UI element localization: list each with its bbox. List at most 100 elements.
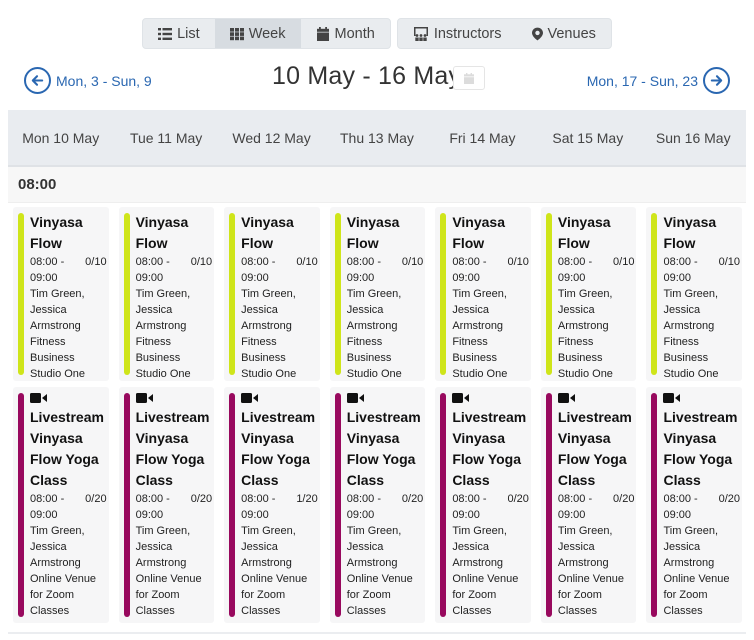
event-capacity: 0/20 bbox=[718, 493, 741, 505]
event-instructors: Tim Green, Jessica Armstrong bbox=[346, 525, 402, 569]
instructors-filter-label: Instructors bbox=[433, 25, 502, 42]
event-time-end: 09:00 bbox=[452, 509, 480, 521]
event-color-bar bbox=[18, 213, 24, 375]
next-week-link[interactable]: Mon, 17 - Sun, 23 bbox=[587, 67, 730, 94]
day-header: Wed 12 May bbox=[232, 129, 311, 146]
event-time-capacity: 08:00 - 0/10 bbox=[30, 254, 107, 270]
event-color-bar bbox=[651, 213, 658, 375]
event-capacity: 0/10 bbox=[85, 256, 107, 268]
event-time-capacity: 08:00 - 1/20 bbox=[241, 491, 318, 507]
class-event-card[interactable]: Vinyasa Flow 08:00 - 0/10 09:00 Tim Gree… bbox=[435, 207, 531, 381]
day-header: Sun 16 May bbox=[655, 129, 731, 146]
week-grid: Mon 10 May Tue 11 May Wed 12 May Thu 13 … bbox=[8, 110, 746, 623]
event-venue: Fitness Business Studio One bbox=[663, 336, 719, 380]
class-event-card[interactable]: Vinyasa Flow 08:00 - 0/10 09:00 Tim Gree… bbox=[224, 207, 320, 381]
event-instructors: Tim Green, Jessica Armstrong bbox=[663, 288, 719, 332]
time-slot-label: 08:00 bbox=[8, 167, 746, 203]
video-camera-icon bbox=[30, 393, 47, 403]
day-header: Fri 14 May bbox=[449, 129, 516, 146]
previous-week-link[interactable]: Mon, 3 - Sun, 9 bbox=[24, 67, 152, 94]
event-time-capacity: 08:00 - 0/20 bbox=[558, 491, 635, 507]
event-time-capacity: 08:00 - 0/20 bbox=[452, 491, 529, 507]
event-time-start: 08:00 - bbox=[346, 493, 381, 505]
event-color-bar bbox=[334, 393, 341, 617]
video-camera-icon bbox=[452, 393, 470, 403]
month-view-button[interactable]: Month bbox=[301, 19, 390, 48]
day-header: Sat 15 May bbox=[552, 129, 624, 146]
class-event-card[interactable]: Livestream Vinyasa Flow Yoga Class 08:00… bbox=[118, 387, 215, 623]
class-event-card[interactable]: Livestream Vinyasa Flow Yoga Class 08:00… bbox=[13, 387, 109, 623]
event-color-bar bbox=[545, 213, 552, 375]
event-color-bar bbox=[123, 213, 130, 375]
video-camera-icon bbox=[346, 393, 364, 403]
class-event-card[interactable]: Livestream Vinyasa Flow Yoga Class 08:00… bbox=[646, 387, 743, 623]
event-venue: Fitness Business Studio One bbox=[135, 336, 191, 380]
event-venue: Fitness Business Studio One bbox=[241, 336, 297, 380]
class-event-card[interactable]: Livestream Vinyasa Flow Yoga Class 08:00… bbox=[540, 387, 637, 623]
event-time-start: 08:00 - bbox=[557, 256, 593, 268]
event-color-bar bbox=[440, 393, 447, 617]
event-time-end: 09:00 bbox=[241, 272, 269, 284]
event-time-start: 08:00 - bbox=[241, 493, 276, 505]
event-time-capacity: 08:00 - 0/10 bbox=[347, 254, 424, 270]
event-time-end: 09:00 bbox=[557, 272, 586, 284]
event-venue: Online Venue for Zoom Classes bbox=[241, 573, 308, 617]
event-title: Livestream Vinyasa Flow Yoga Class bbox=[663, 409, 738, 488]
day-header: Thu 13 May bbox=[340, 129, 414, 146]
calendar-icon bbox=[316, 26, 329, 41]
event-time-start: 08:00 - bbox=[30, 493, 65, 505]
grid-bottom-divider bbox=[8, 632, 746, 634]
class-event-card[interactable]: Livestream Vinyasa Flow Yoga Class 08:00… bbox=[435, 387, 531, 623]
video-camera-icon bbox=[241, 393, 259, 403]
vinyasa-flow-row: Vinyasa Flow 08:00 - 0/10 09:00 Tim Gree… bbox=[8, 203, 746, 381]
class-event-card[interactable]: Vinyasa Flow 08:00 - 0/10 09:00 Tim Gree… bbox=[118, 207, 215, 381]
list-view-button[interactable]: List bbox=[143, 19, 215, 48]
event-instructors: Tim Green, Jessica Armstrong bbox=[241, 525, 296, 569]
event-color-bar bbox=[229, 393, 236, 617]
event-time-end: 09:00 bbox=[135, 272, 164, 284]
event-capacity: 1/20 bbox=[296, 493, 318, 505]
event-title: Vinyasa Flow bbox=[135, 214, 189, 251]
event-venue: Fitness Business Studio One bbox=[30, 336, 86, 380]
event-instructors: Tim Green, Jessica Armstrong bbox=[241, 288, 296, 332]
event-capacity: 0/10 bbox=[718, 256, 741, 268]
event-instructors: Tim Green, Jessica Armstrong bbox=[135, 525, 191, 569]
arrow-left-circle-icon bbox=[24, 67, 51, 94]
event-capacity: 0/20 bbox=[507, 493, 529, 505]
class-event-card[interactable]: Livestream Vinyasa Flow Yoga Class 08:00… bbox=[329, 387, 426, 623]
instructors-filter-button[interactable]: Instructors bbox=[398, 19, 517, 48]
event-instructors: Tim Green, Jessica Armstrong bbox=[557, 288, 613, 332]
event-color-bar bbox=[545, 393, 552, 617]
event-time-start: 08:00 - bbox=[346, 256, 381, 268]
event-title: Livestream Vinyasa Flow Yoga Class bbox=[557, 409, 632, 488]
day-header-row: Mon 10 May Tue 11 May Wed 12 May Thu 13 … bbox=[8, 110, 746, 167]
event-title: Livestream Vinyasa Flow Yoga Class bbox=[452, 409, 527, 488]
event-title: Livestream Vinyasa Flow Yoga Class bbox=[135, 409, 210, 488]
event-time-start: 08:00 - bbox=[241, 256, 276, 268]
class-event-card[interactable]: Vinyasa Flow 08:00 - 0/10 09:00 Tim Gree… bbox=[329, 207, 426, 381]
event-title: Vinyasa Flow bbox=[557, 214, 611, 251]
event-title: Livestream Vinyasa Flow Yoga Class bbox=[30, 409, 104, 488]
event-instructors: Tim Green, Jessica Armstrong bbox=[452, 525, 507, 569]
event-time-capacity: 08:00 - 0/20 bbox=[136, 491, 213, 507]
calendar-icon bbox=[464, 72, 474, 84]
video-camera-icon bbox=[663, 393, 681, 403]
event-color-bar bbox=[440, 213, 447, 375]
class-event-card[interactable]: Vinyasa Flow 08:00 - 0/10 09:00 Tim Gree… bbox=[646, 207, 743, 381]
class-event-card[interactable]: Vinyasa Flow 08:00 - 0/10 09:00 Tim Gree… bbox=[540, 207, 637, 381]
date-picker-button[interactable] bbox=[453, 66, 485, 90]
arrow-right-circle-icon bbox=[703, 67, 730, 94]
event-time-end: 09:00 bbox=[663, 509, 691, 521]
class-event-card[interactable]: Livestream Vinyasa Flow Yoga Class 08:00… bbox=[224, 387, 320, 623]
event-time-start: 08:00 - bbox=[135, 493, 170, 505]
event-venue: Online Venue for Zoom Classes bbox=[452, 573, 519, 617]
event-instructors: Tim Green, Jessica Armstrong bbox=[30, 525, 85, 569]
class-event-card[interactable]: Vinyasa Flow 08:00 - 0/10 09:00 Tim Gree… bbox=[13, 207, 109, 381]
week-view-button[interactable]: Week bbox=[214, 19, 301, 48]
event-time-start: 08:00 - bbox=[30, 256, 65, 268]
event-capacity: 0/10 bbox=[190, 256, 213, 268]
week-navigation: Mon, 3 - Sun, 9 10 May - 16 May Mon, 17 … bbox=[0, 60, 754, 100]
venues-filter-button[interactable]: Venues bbox=[517, 19, 611, 48]
event-color-bar bbox=[334, 213, 341, 375]
event-time-end: 09:00 bbox=[241, 509, 269, 521]
